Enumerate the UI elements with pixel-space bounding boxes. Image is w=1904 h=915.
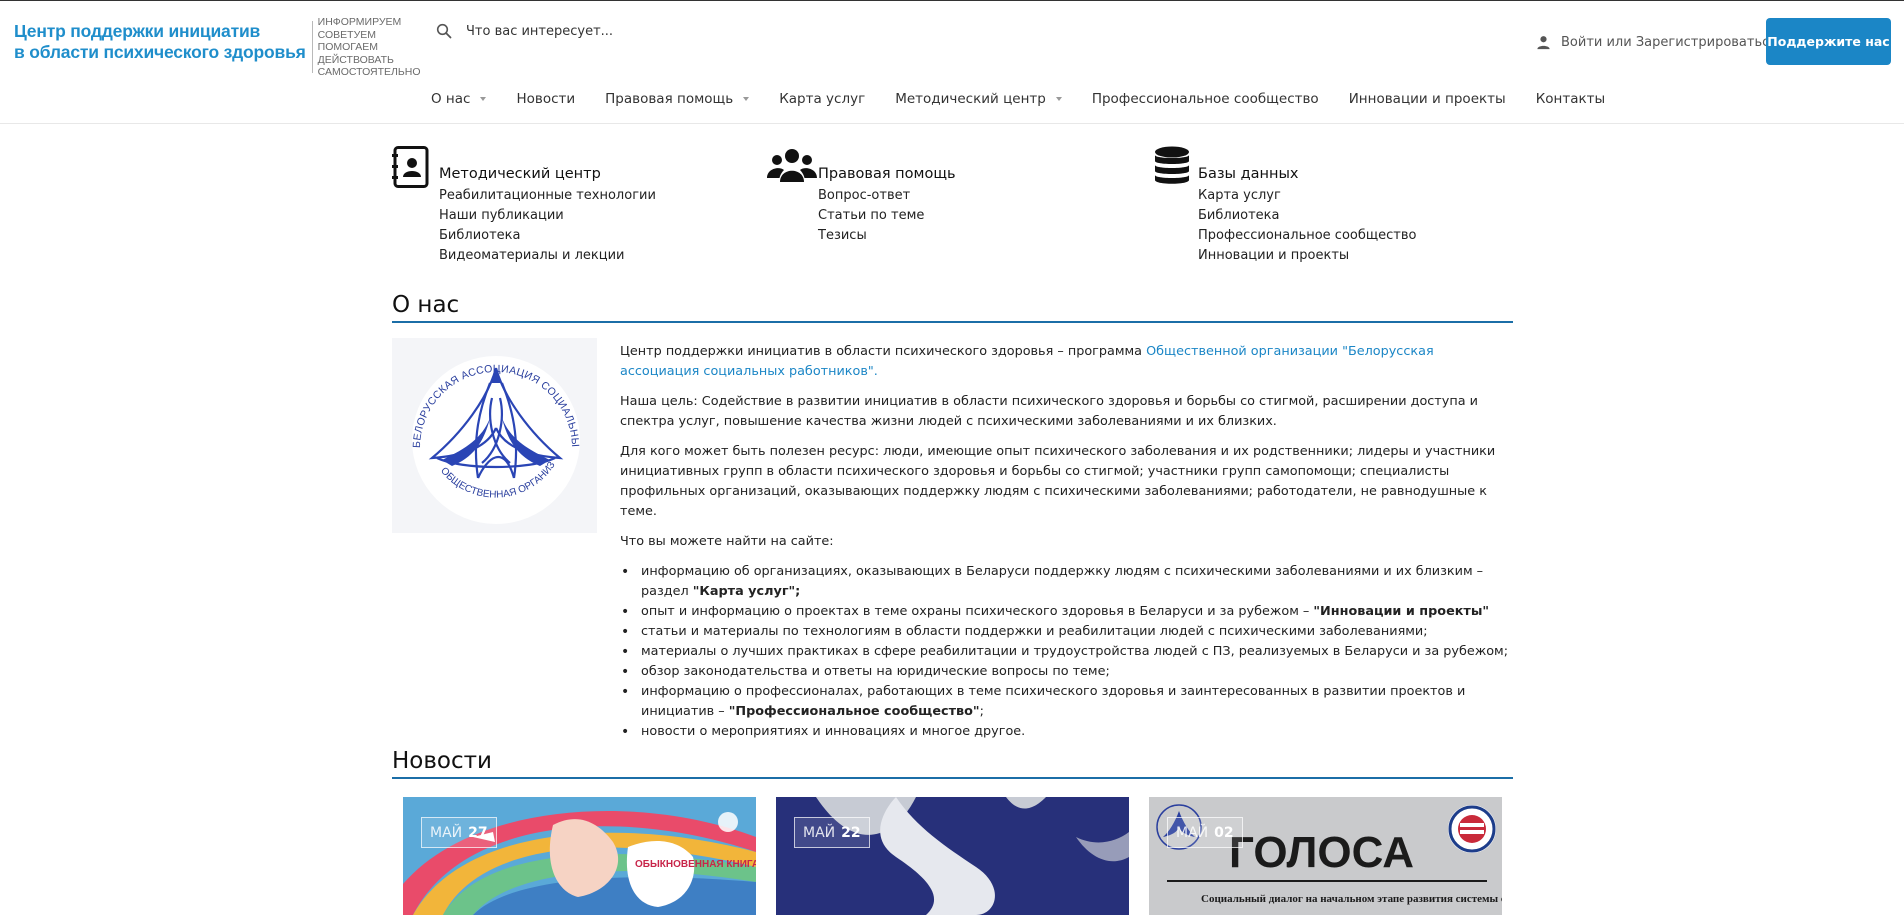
- chevron-down-icon: [1055, 97, 1062, 101]
- news-card-cover-text: ОБЫКНОВЕННАЯ КНИГА ПРО НЕОБЫКНОВЕННОЕ ВС…: [635, 857, 756, 870]
- news-card[interactable]: ОБЫКНОВЕННАЯ КНИГА ПРО НЕОБЫКНОВЕННОЕ ВС…: [403, 797, 756, 915]
- list-item: новости о мероприятиях и инновациях и мн…: [620, 722, 1510, 742]
- nav-item-about[interactable]: О нас: [431, 91, 487, 107]
- quick-title[interactable]: Методический центр: [439, 166, 601, 182]
- list-item: статьи и материалы по технологиям в обла…: [620, 622, 1510, 642]
- about-audience: Для кого может быть полезен ресурс: люди…: [620, 444, 1496, 519]
- login-label: Войти или Зарегистрироваться: [1561, 35, 1778, 50]
- slogan-line: ПОМОГАЕМ: [317, 41, 379, 54]
- nav-item-innovations[interactable]: Инновации и проекты: [1349, 91, 1506, 107]
- quick-link[interactable]: Профессиональное сообщество: [1198, 226, 1416, 246]
- quick-link[interactable]: Видеоматериалы и лекции: [439, 246, 656, 266]
- news-card[interactable]: МАЙ 22: [776, 797, 1129, 915]
- date-day: 22: [841, 824, 861, 841]
- date-badge: МАЙ 02: [1167, 817, 1243, 848]
- features-list: информацию об организациях, оказывающих …: [620, 562, 1510, 742]
- list-item-bold: "Инновации и проекты": [1313, 604, 1490, 619]
- nav-label: Правовая помощь: [605, 91, 734, 107]
- news-card-image: [776, 797, 1129, 915]
- quick-title[interactable]: Правовая помощь: [818, 166, 956, 182]
- basw-emblem-image: БЕЛОРУССКАЯ АССОЦИАЦИЯ СОЦИАЛЬНЫХ РАБОТН…: [388, 329, 597, 533]
- news-card-image: ОБЫКНОВЕННАЯ КНИГА ПРО НЕОБЫКНОВЕННОЕ ВС…: [403, 797, 756, 915]
- list-item: обзор законодательства и ответы на юриди…: [620, 662, 1510, 682]
- slogan-line: СОВЕТУЕМ: [317, 28, 377, 41]
- slogan-line: ИНФОРМИРУЕМ: [317, 16, 402, 28]
- site-header: Центр поддержки инициатив в области псих…: [0, 0, 1904, 124]
- address-book-icon: [392, 146, 429, 188]
- list-item: информацию об организациях, оказывающих …: [620, 562, 1510, 602]
- nav-label: Контакты: [1535, 91, 1606, 107]
- search-input[interactable]: [466, 23, 806, 39]
- about-text: Центр поддержки инициатив в области псих…: [620, 342, 1510, 742]
- search-icon[interactable]: [436, 23, 452, 39]
- news-card-cover-text: ГОЛОСА: [1229, 828, 1414, 877]
- logo-slogan: ИНФОРМИРУЕМ СОВЕТУЕМ ПОМОГАЕМ ДЕЙСТВОВАТ…: [313, 16, 421, 79]
- news-card-cover-subtitle: Социальный диалог на начальном этапе раз…: [1201, 893, 1502, 905]
- about-heading: О нас: [392, 290, 1513, 323]
- nav-label: Карта услуг: [779, 91, 866, 107]
- database-icon: [1155, 146, 1189, 184]
- slogan-line: САМОСТОЯТЕЛЬНО: [317, 66, 421, 79]
- about-find-intro: Что вы можете найти на сайте:: [620, 534, 834, 549]
- nav-label: Инновации и проекты: [1348, 91, 1506, 107]
- nav-item-contacts[interactable]: Контакты: [1536, 91, 1605, 107]
- users-icon: [767, 149, 817, 182]
- quick-link[interactable]: Статьи по теме: [818, 206, 924, 226]
- quick-link[interactable]: Вопрос-ответ: [818, 186, 924, 206]
- news-heading: Новости: [392, 746, 1513, 779]
- list-item: информацию о профессионалах, работающих …: [620, 682, 1510, 722]
- quick-link[interactable]: Наши публикации: [439, 206, 656, 226]
- nav-label: Профессиональное сообщество: [1091, 91, 1319, 107]
- about-goal: Наша цель: Содействие в развитии инициат…: [620, 394, 1478, 429]
- nav-item-news[interactable]: Новости: [516, 91, 575, 107]
- nav-label: Новости: [516, 91, 576, 107]
- quick-link[interactable]: Реабилитационные технологии: [439, 186, 656, 206]
- main-nav: О нас Новости Правовая помощь Карта услу…: [431, 91, 1635, 107]
- nav-item-services-map[interactable]: Карта услуг: [779, 91, 865, 107]
- site-logo[interactable]: Центр поддержки инициатив в области псих…: [14, 16, 421, 79]
- date-badge: МАЙ 22: [794, 817, 870, 848]
- slogan-line: ДЕЙСТВОВАТЬ: [317, 53, 394, 66]
- nav-label: О нас: [431, 91, 471, 107]
- nav-item-legal-help[interactable]: Правовая помощь: [605, 91, 750, 107]
- basw-logo: БЕЛОРУССКАЯ АССОЦИАЦИЯ СОЦИАЛЬНЫХ РАБОТН…: [388, 329, 597, 533]
- quick-link-list: Реабилитационные технологии Наши публика…: [439, 186, 656, 266]
- quick-link[interactable]: Библиотека: [1198, 206, 1416, 226]
- chevron-down-icon: [743, 97, 750, 101]
- date-day: 27: [468, 824, 488, 841]
- nav-item-methodical-center[interactable]: Методический центр: [895, 91, 1062, 107]
- logo-title: Центр поддержки инициатив в области псих…: [14, 21, 313, 73]
- nav-item-professional-community[interactable]: Профессиональное сообщество: [1092, 91, 1319, 107]
- about-intro: Центр поддержки инициатив в области псих…: [620, 342, 1510, 382]
- list-item: опыт и информацию о проектах в теме охра…: [620, 602, 1510, 622]
- news-card-image: ГОЛОСА Социальный диалог на начальном эт…: [1149, 797, 1502, 915]
- list-item-bold: "Профессиональное сообщество": [728, 704, 980, 719]
- list-item-text: ;: [979, 704, 984, 719]
- about-intro-text: Центр поддержки инициатив в области псих…: [620, 344, 1147, 359]
- quick-link[interactable]: Библиотека: [439, 226, 656, 246]
- date-month: МАЙ: [430, 824, 463, 841]
- list-item: материалы о лучших практиках в сфере реа…: [620, 642, 1510, 662]
- date-badge: МАЙ 27: [421, 817, 497, 848]
- login-link[interactable]: Войти или Зарегистрироваться: [1536, 35, 1777, 50]
- nav-label: Методический центр: [895, 91, 1046, 107]
- user-icon: [1537, 36, 1550, 50]
- search-bar: [436, 20, 836, 42]
- quick-link-list: Карта услуг Библиотека Профессиональное …: [1198, 186, 1416, 266]
- logo-title-line-1: Центр поддержки инициатив: [14, 21, 261, 41]
- quick-link[interactable]: Тезисы: [818, 226, 924, 246]
- news-card[interactable]: ГОЛОСА Социальный диалог на начальном эт…: [1149, 797, 1502, 915]
- list-item-text: опыт и информацию о проектах в теме охра…: [641, 604, 1314, 619]
- logo-title-line-2: в области психического здоровья: [14, 42, 306, 62]
- quick-link[interactable]: Карта услуг: [1198, 186, 1416, 206]
- support-button[interactable]: Поддержите нас: [1766, 18, 1891, 65]
- date-day: 02: [1214, 824, 1234, 841]
- list-item-bold: "Карта услуг";: [692, 584, 801, 599]
- date-month: МАЙ: [803, 824, 836, 841]
- chevron-down-icon: [480, 97, 487, 101]
- date-month: МАЙ: [1176, 824, 1209, 841]
- quick-link-list: Вопрос-ответ Статьи по теме Тезисы: [818, 186, 924, 246]
- quick-link[interactable]: Инновации и проекты: [1198, 246, 1416, 266]
- quick-title[interactable]: Базы данных: [1198, 166, 1299, 182]
